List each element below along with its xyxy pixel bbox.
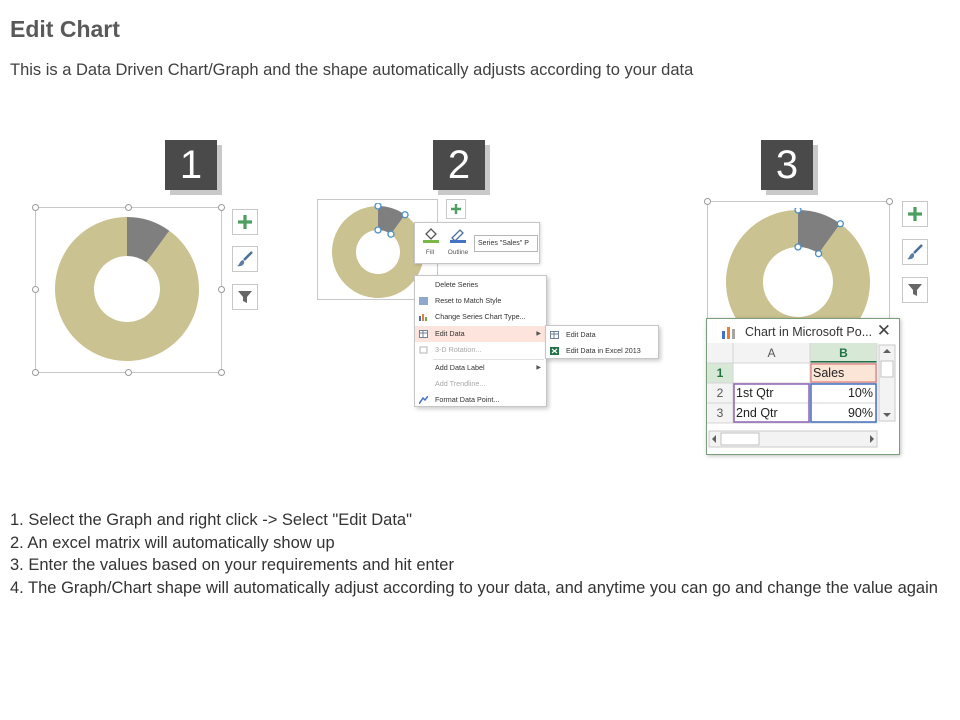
instruction-step-3: 3. Enter the values based on your requir… xyxy=(10,556,454,574)
context-menu: Delete Series Reset to Match Style Chang… xyxy=(414,275,547,407)
paintbrush-icon xyxy=(237,251,253,267)
plus-icon xyxy=(238,215,252,229)
pen-outline-icon[interactable] xyxy=(449,227,467,243)
chart-elements-button[interactable] xyxy=(446,199,466,219)
submenu-arrow-icon: ▶ xyxy=(536,331,541,337)
slice-selection-handle[interactable] xyxy=(794,243,802,251)
chart-styles-button[interactable] xyxy=(232,246,258,272)
menu-item-reset-style[interactable]: Reset to Match Style xyxy=(415,293,546,309)
step-badge-3: 3 xyxy=(761,140,813,190)
cell-b1[interactable]: Sales xyxy=(813,363,875,383)
donut-slice-2nd-qtr[interactable] xyxy=(726,210,870,320)
donut-chart-3[interactable] xyxy=(721,208,876,320)
menu-item-add-trendline[interactable]: Add Trendline... xyxy=(415,376,546,392)
instructions-list: 1. Select the Graph and right click -> S… xyxy=(10,509,945,599)
submenu-item-edit-in-excel[interactable]: Edit Data in Excel 2013 xyxy=(546,343,658,359)
slice-selection-handle[interactable] xyxy=(387,230,395,238)
outline-label: Outline xyxy=(447,249,469,256)
slice-selection-handle[interactable] xyxy=(814,250,823,258)
table-icon xyxy=(419,330,428,338)
row-header-3[interactable]: 3 xyxy=(707,403,733,423)
slice-selection-handle[interactable] xyxy=(836,220,844,228)
resize-handle[interactable] xyxy=(886,198,893,205)
bar-chart-icon xyxy=(419,314,427,321)
cell-a3[interactable]: 2nd Qtr xyxy=(736,403,808,423)
chart-filters-button[interactable] xyxy=(902,277,928,303)
menu-item-3d-rotation[interactable]: 3-D Rotation... xyxy=(415,342,546,358)
paint-bucket-icon[interactable] xyxy=(422,227,440,243)
menu-item-add-data-label[interactable]: Add Data Label ▶ xyxy=(415,360,546,376)
cell-b2[interactable]: 10% xyxy=(813,383,873,403)
menu-item-delete-series[interactable]: Delete Series xyxy=(415,277,546,293)
submenu-arrow-icon: ▶ xyxy=(536,365,541,371)
fill-label: Fill xyxy=(425,249,435,256)
donut-slice-2nd-qtr[interactable] xyxy=(332,206,424,298)
resize-handle[interactable] xyxy=(218,286,225,293)
excel-window-title: Chart in Microsoft Po... xyxy=(745,325,873,339)
close-icon[interactable]: ✕ xyxy=(877,321,891,341)
resize-handle[interactable] xyxy=(218,204,225,211)
resize-handle[interactable] xyxy=(32,369,39,376)
cell-b3[interactable]: 90% xyxy=(813,403,873,423)
slice-selection-handle[interactable] xyxy=(401,211,409,219)
reset-icon xyxy=(419,297,428,305)
chart-elements-button[interactable] xyxy=(232,209,258,235)
menu-item-format-data-point[interactable]: Format Data Point... xyxy=(415,392,546,408)
resize-handle[interactable] xyxy=(32,286,39,293)
chart-elements-button[interactable] xyxy=(902,201,928,227)
slice-selection-handle[interactable] xyxy=(374,203,382,210)
slice-selection-handle[interactable] xyxy=(374,226,382,234)
step-badge-1: 1 xyxy=(165,140,217,190)
row-header-1[interactable]: 1 xyxy=(707,363,733,383)
submenu-item-edit-data[interactable]: Edit Data xyxy=(546,327,658,343)
table-icon xyxy=(550,331,559,339)
chart-filters-button[interactable] xyxy=(232,284,258,310)
edit-data-submenu: Edit Data Edit Data in Excel 2013 xyxy=(545,325,659,359)
plus-icon xyxy=(908,207,922,221)
column-header-b[interactable]: B xyxy=(810,343,877,363)
resize-handle[interactable] xyxy=(32,204,39,211)
paintbrush-icon xyxy=(907,244,923,260)
row-header-2[interactable]: 2 xyxy=(707,383,733,403)
funnel-icon xyxy=(238,291,252,303)
menu-item-edit-data[interactable]: Edit Data ▶ xyxy=(415,326,546,342)
plus-icon xyxy=(451,204,461,214)
page-subtitle: This is a Data Driven Chart/Graph and th… xyxy=(10,61,694,79)
format-icon xyxy=(419,396,428,404)
funnel-icon xyxy=(908,284,922,296)
resize-handle[interactable] xyxy=(125,204,132,211)
donut-chart-2[interactable] xyxy=(328,203,428,303)
chart-styles-button[interactable] xyxy=(902,239,928,265)
cube-icon xyxy=(419,346,428,354)
excel-icon xyxy=(550,347,559,355)
menu-item-change-chart-type[interactable]: Change Series Chart Type... xyxy=(415,309,546,325)
instruction-step-2: 2. An excel matrix will automatically sh… xyxy=(10,533,335,552)
instruction-step-1: 1. Select the Graph and right click -> S… xyxy=(10,511,412,529)
page-title: Edit Chart xyxy=(10,16,120,42)
cell-a2[interactable]: 1st Qtr xyxy=(736,383,808,403)
format-mini-toolbar: Fill Outline Series "Sales" P xyxy=(414,222,540,264)
step-badge-2: 2 xyxy=(433,140,485,190)
series-select[interactable]: Series "Sales" P xyxy=(474,235,538,252)
donut-chart-1[interactable] xyxy=(50,213,210,368)
instruction-step-4: 4. The Graph/Chart shape will automatica… xyxy=(10,578,938,597)
excel-data-window: Chart in Microsoft Po... ✕ A B 1 2 3 Sal… xyxy=(706,318,900,455)
chart-icon xyxy=(722,327,735,339)
resize-handle[interactable] xyxy=(218,369,225,376)
slice-selection-handle[interactable] xyxy=(794,208,802,214)
column-header-a[interactable]: A xyxy=(733,343,810,363)
series-select-value: Series "Sales" P xyxy=(478,240,529,247)
resize-handle[interactable] xyxy=(125,369,132,376)
resize-handle[interactable] xyxy=(704,198,711,205)
